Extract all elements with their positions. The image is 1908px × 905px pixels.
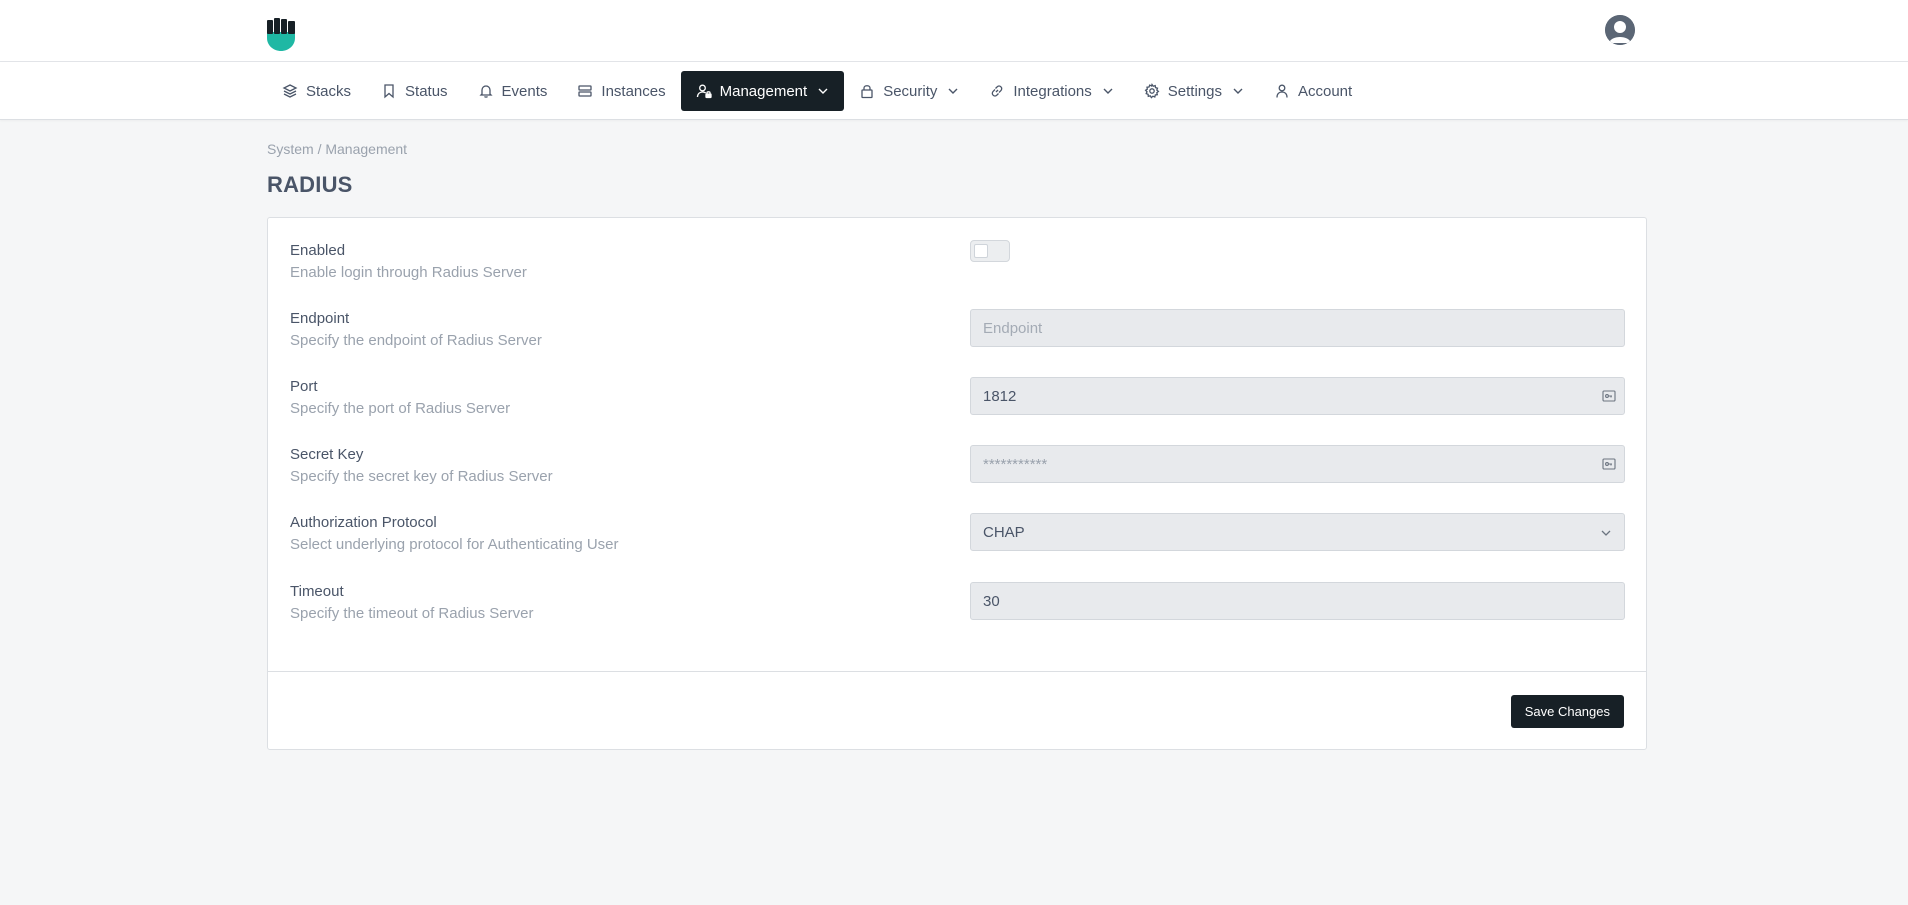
autofill-key-icon[interactable] (1602, 458, 1616, 470)
bell-icon (478, 85, 493, 98)
nav-item-status[interactable]: Status (366, 71, 463, 111)
nav-label: Management (719, 82, 808, 100)
user-avatar[interactable] (1605, 15, 1635, 45)
nav-item-security[interactable]: Security (844, 71, 974, 111)
enabled-toggle[interactable] (970, 240, 1010, 262)
endpoint-input[interactable] (983, 319, 1612, 337)
main-navigation: Stacks Status Events Instances Managemen… (0, 62, 1908, 120)
timeout-input[interactable] (983, 592, 1612, 610)
nav-label: Security (883, 82, 938, 100)
user-icon (1276, 84, 1288, 98)
autofill-key-icon[interactable] (1602, 390, 1616, 402)
chevron-down-icon (1103, 88, 1113, 94)
link-icon (992, 85, 1003, 97)
toggle-knob (974, 244, 988, 258)
port-input[interactable] (983, 387, 1612, 405)
field-description: Enable login through Radius Server (290, 264, 527, 281)
radius-settings-card: Enabled Enable login through Radius Serv… (267, 217, 1647, 750)
field-label: Enabled (290, 242, 346, 259)
nav-item-integrations[interactable]: Integrations (974, 71, 1128, 111)
endpoint-field-wrapper (970, 309, 1625, 347)
nav-label: Stacks (306, 82, 352, 100)
brand-logo-icon[interactable] (266, 18, 296, 52)
nav-label: Status (405, 82, 448, 100)
lock-icon (861, 85, 873, 99)
nav-label: Events (501, 82, 548, 100)
bookmark-icon (384, 84, 394, 99)
nav-label: Settings (1167, 82, 1222, 100)
nav-item-account[interactable]: Account (1259, 71, 1367, 111)
chevron-down-icon (1601, 530, 1611, 536)
server-icon (578, 85, 593, 97)
chevron-down-icon (1233, 88, 1243, 94)
nav-label: Account (1297, 82, 1353, 100)
nav-item-settings[interactable]: Settings (1129, 71, 1259, 111)
auth-protocol-select[interactable]: CHAP (970, 513, 1625, 551)
nav-item-stacks[interactable]: Stacks (267, 71, 366, 111)
nav-label: Instances (601, 82, 666, 100)
chevron-down-icon (818, 88, 828, 94)
chevron-down-icon (948, 88, 958, 94)
secret-key-input[interactable] (983, 455, 1612, 473)
save-changes-button[interactable]: Save Changes (1510, 695, 1624, 728)
form-row-enabled: Enabled Enable login through Radius Serv… (290, 242, 1626, 282)
port-field-wrapper (970, 377, 1625, 415)
layers-icon (282, 84, 298, 98)
nav-item-instances[interactable]: Instances (562, 71, 680, 111)
nav-item-events[interactable]: Events (463, 71, 563, 111)
nav-label: Integrations (1013, 82, 1092, 100)
selected-option: CHAP (983, 523, 1025, 541)
nav-item-management[interactable]: Management (680, 71, 845, 111)
timeout-field-wrapper (970, 582, 1625, 620)
secret-key-field-wrapper (970, 445, 1625, 483)
gear-icon (1144, 83, 1160, 99)
breadcrumb: System / Management (267, 141, 408, 157)
user-avatar-icon (1605, 15, 1635, 45)
page-title: RADIUS (267, 172, 353, 197)
top-bar (0, 0, 1908, 62)
card-divider (268, 671, 1646, 672)
user-lock-icon (696, 84, 712, 99)
